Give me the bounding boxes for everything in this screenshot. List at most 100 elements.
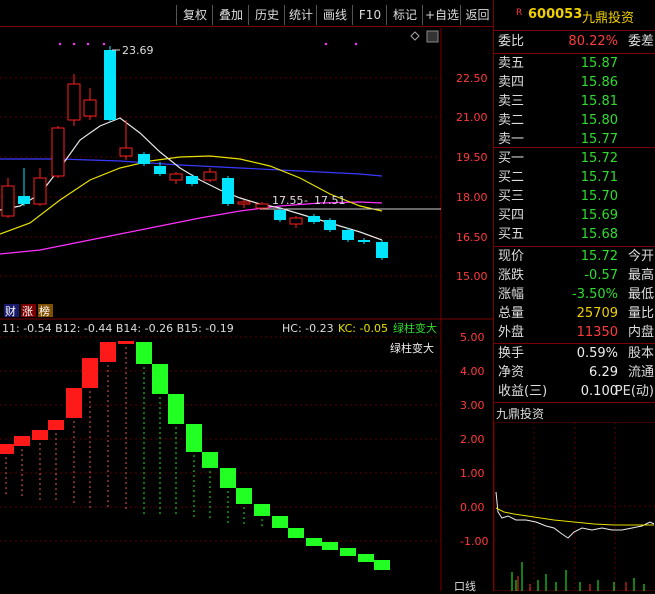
indicator-dot [209,501,211,503]
indicator-dot [175,492,177,494]
intraday-mini-chart[interactable] [494,422,655,591]
stat2-row-1: 净资 6.29 流通 [498,365,654,380]
indicator-dot [143,407,145,409]
f10-button[interactable]: F10 [352,5,387,25]
price-tick-label: 15.00 [456,270,488,283]
indicator-bar [322,542,338,550]
indicator-dot [55,483,57,485]
indicator-dot [73,441,75,443]
indicator-bar [168,394,184,424]
add-watchlist-button[interactable]: +自选 [422,5,461,25]
indicator-dot [107,375,109,377]
indicator-dot [193,480,195,482]
indicator-dot [73,436,75,438]
indicator-dot [39,468,41,470]
indicator-dot [159,462,161,464]
indicator-dot [193,460,195,462]
quote-header: R 600053 九鼎投资 [494,0,655,31]
indicator-dot [125,462,127,464]
indicator-tick-label: 1.00 [460,467,485,480]
candle-body [104,50,116,120]
indicator-dot [143,427,145,429]
indicator-dot [143,512,145,514]
indicator-dot [143,412,145,414]
indicator-dot [89,396,91,398]
indicator-dot [125,387,127,389]
indicator-dot [143,392,145,394]
indicator-dot [209,496,211,498]
indicator-dot [55,458,57,460]
indicator-bar [202,452,218,468]
indicator-bar [32,430,48,440]
stat-row-4: 外盘 11350 内盘 [498,325,654,340]
indicator-dot [175,462,177,464]
price-tick-label: 22.50 [456,72,488,85]
sell-row-3: 卖三 15.81 [498,94,618,109]
indicator-dot [193,475,195,477]
candle-body [83,99,97,117]
indicator-dot [107,465,109,467]
kline-chart[interactable]: 22.50 21.00 19.50 18.00 16.50 15.00 23.69 17.… [0,28,493,591]
stat-row-1: 涨跌 -0.57 最高 [498,268,654,283]
stat-row-3: 总量 25709 量比 [498,306,654,321]
indicator-dot [107,450,109,452]
indicator-dot [89,451,91,453]
sell-row-4: 卖四 15.86 [498,75,618,90]
draw-line-button[interactable]: 画线 [316,5,353,25]
indicator-bar [220,468,236,488]
indicator-dot [107,385,109,387]
indicator-bar [136,342,152,364]
indicator-dot [125,492,127,494]
indicator-dot [39,498,41,500]
indicator-dot [107,365,109,367]
indicator-dot [107,440,109,442]
stats-button[interactable]: 统计 [284,5,317,25]
candle-body [255,203,269,209]
history-button[interactable]: 历史 [248,5,285,25]
candle-body [51,127,65,177]
indicator-dot [193,485,195,487]
stat2-row-0: 换手 0.59% 股本 [498,346,654,361]
signal-note: 绿柱变大 [390,341,434,355]
indicator-dot [143,507,145,509]
indicator-dot [175,482,177,484]
indicator-dot [143,402,145,404]
stat2-row-2: 收益(三) 0.100 PE(动) [498,384,654,399]
indicator-dot [175,437,177,439]
indicator-dot [193,500,195,502]
buy-row-4: 买四 15.69 [498,208,618,223]
indicator-dot [159,457,161,459]
indicator-dot [159,507,161,509]
indicator-dot [107,495,109,497]
indicator-dot [125,457,127,459]
indicator-dot [143,377,145,379]
indicator-dot [125,507,127,509]
indicator-dot [55,438,57,440]
indicator-bar [236,488,252,504]
mark-button[interactable]: 标记 [386,5,423,25]
candle-body [222,178,234,204]
svg-text:涨: 涨 [22,305,33,318]
back-button[interactable]: 返回 [460,5,494,25]
indicator-dot [175,502,177,504]
indicator-dot [125,402,127,404]
indicator-dot [143,367,145,369]
indicator-dot [159,402,161,404]
indicator-dot [143,387,145,389]
indicator-dot [125,377,127,379]
indicator-dot [125,382,127,384]
indicator-dot [143,472,145,474]
indicator-dot [5,482,7,484]
indicator-dot [209,481,211,483]
indicator-dot [89,456,91,458]
webi-row: 委比 80.22% 委差 [498,34,654,49]
overlay-button[interactable]: 叠加 [212,5,249,25]
indicator-dot [159,452,161,454]
indicator-dot [107,370,109,372]
indicator-dot [125,432,127,434]
indicator-dot [107,415,109,417]
indicator-dot [55,448,57,450]
indicator-dot [107,480,109,482]
fuquan-button[interactable]: 复权 [176,5,213,25]
indicator-dot [159,492,161,494]
